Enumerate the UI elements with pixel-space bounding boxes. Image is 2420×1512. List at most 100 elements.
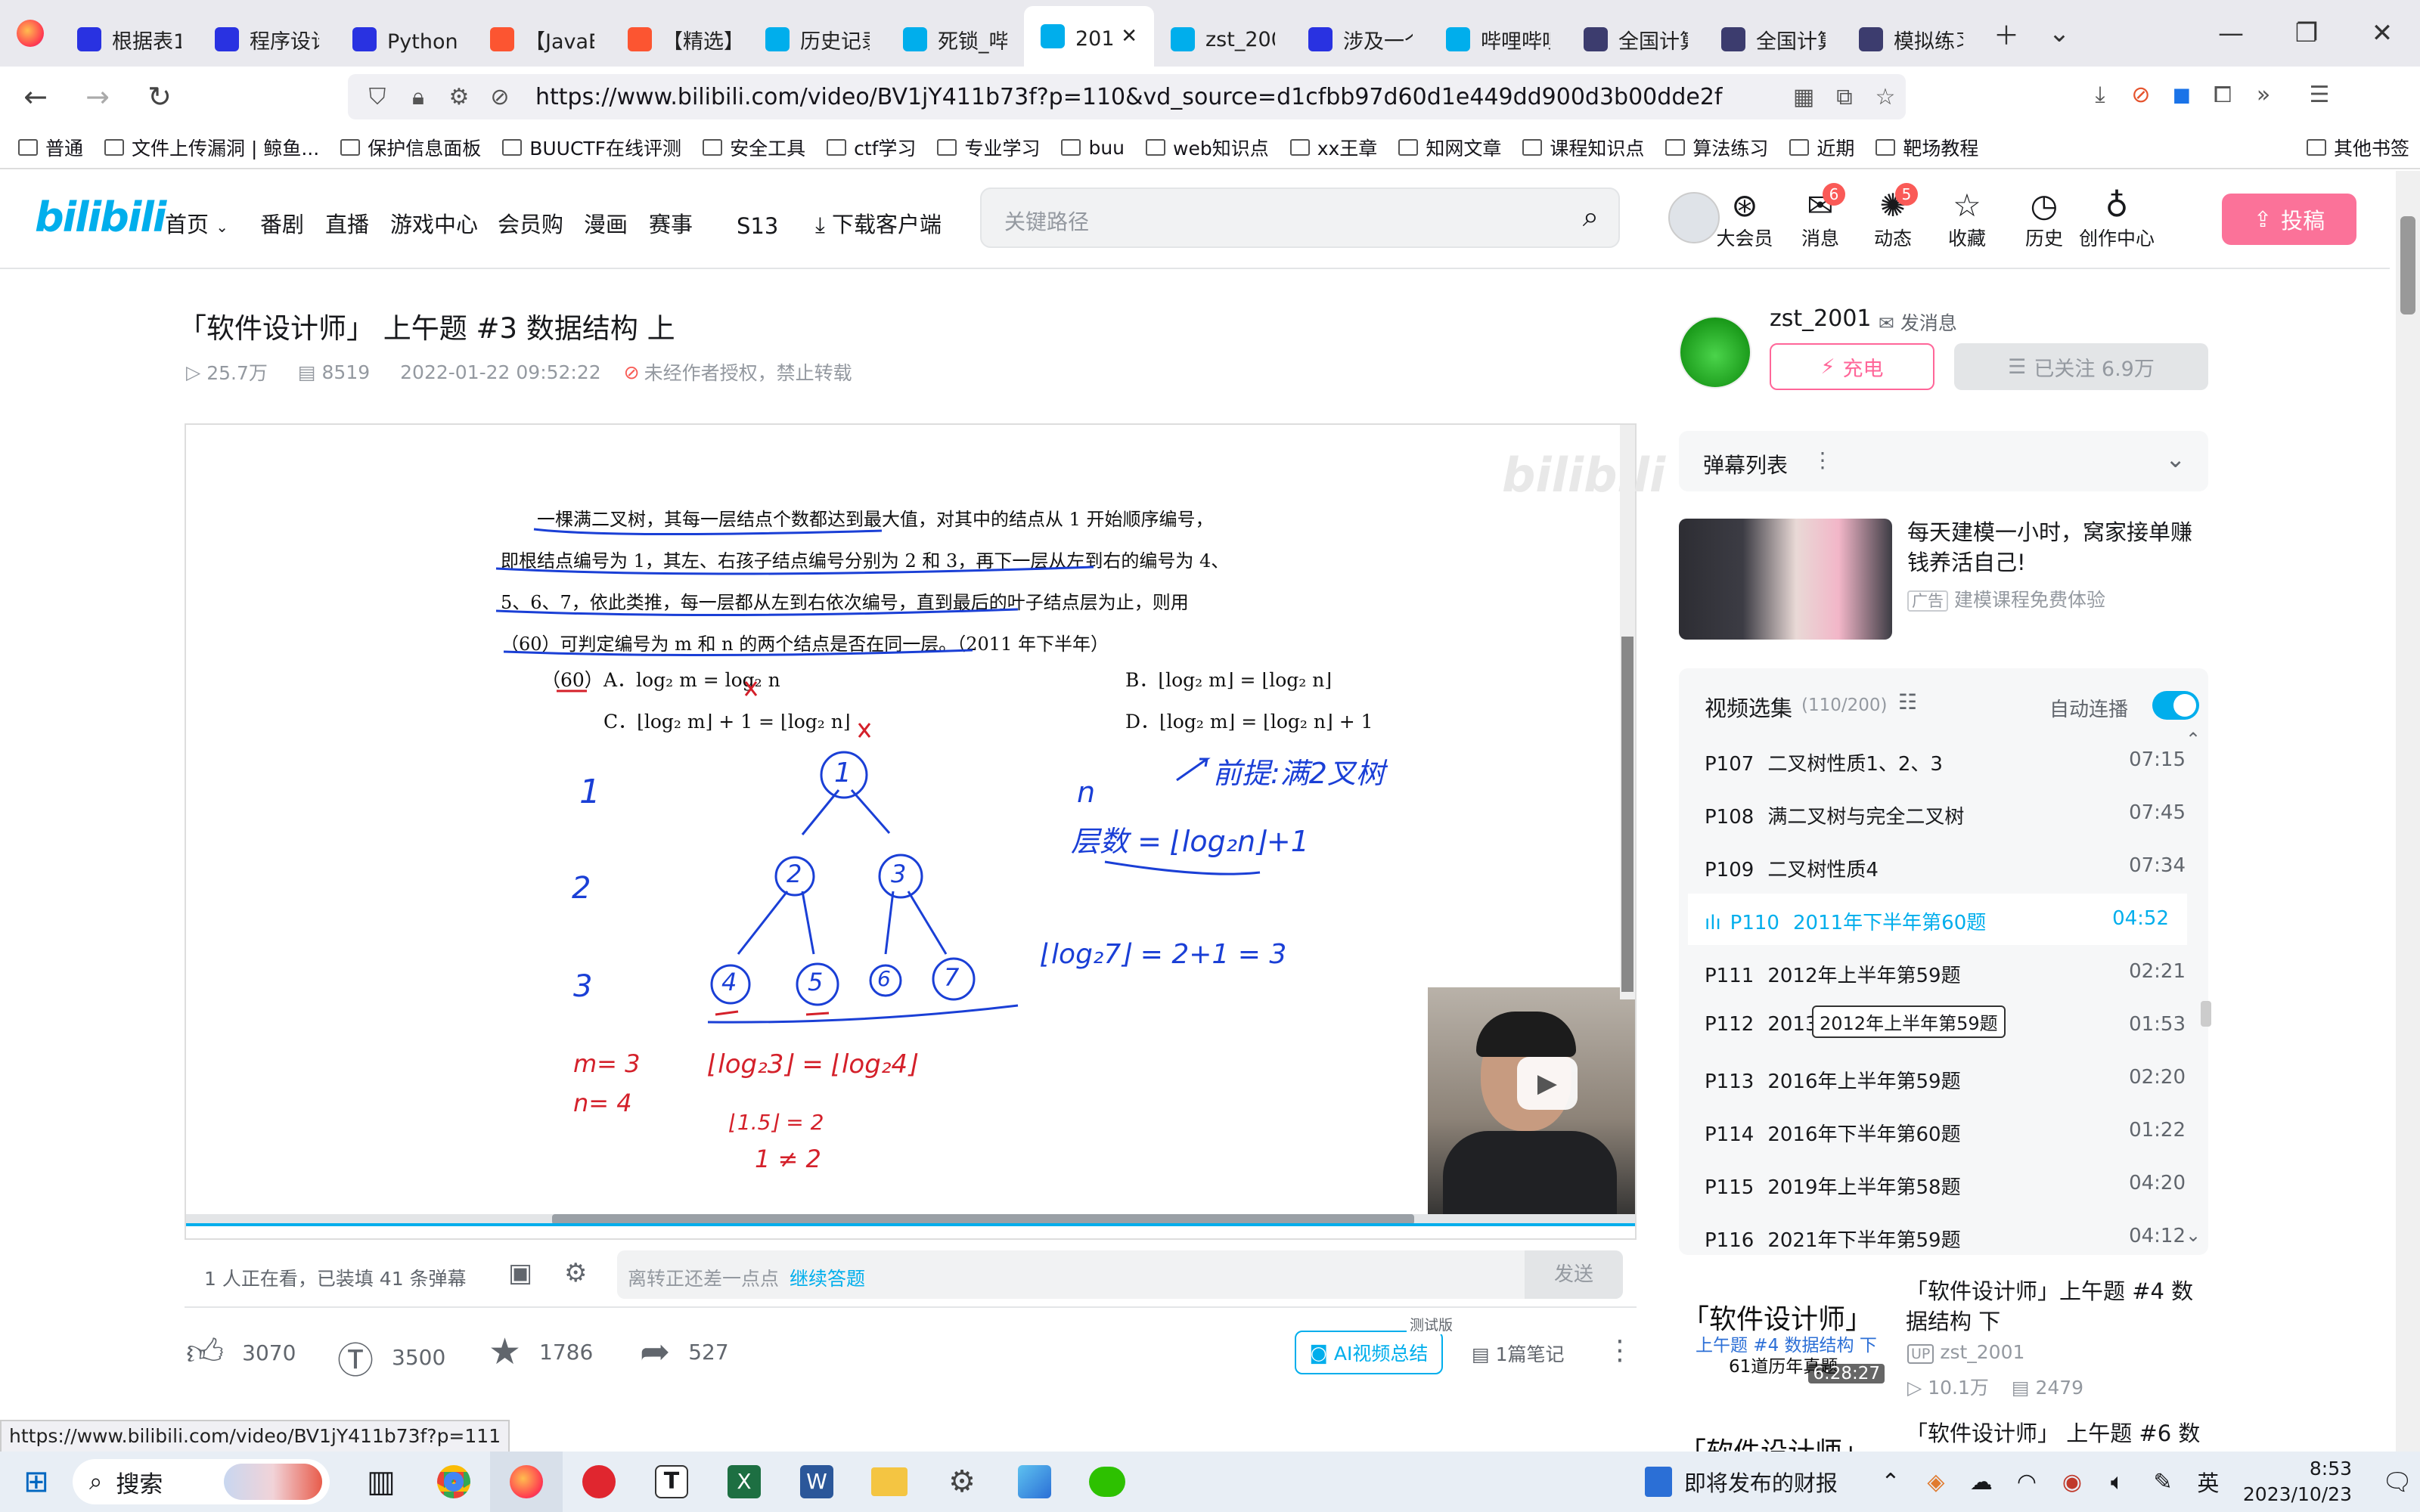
- wechat-icon[interactable]: [1071, 1452, 1143, 1512]
- send-message-link[interactable]: ✉ 发消息: [1879, 308, 1957, 336]
- browser-tab[interactable]: 历史记录: [749, 12, 886, 67]
- ai-summary-button[interactable]: ◙ AI视频总结: [1295, 1331, 1443, 1374]
- url-bar[interactable]: ⛉ 🔒︎ ⚙ ⊘ https://www.bilibili.com/video/…: [348, 74, 1906, 119]
- other-bookmarks[interactable]: 其他书签: [2296, 134, 2420, 161]
- page-scrollbar[interactable]: [2396, 171, 2420, 1452]
- close-icon[interactable]: ✕: [1121, 25, 1137, 48]
- uploader-avatar[interactable]: [1679, 316, 1751, 389]
- browser-tab[interactable]: 模拟练习: [1842, 12, 1980, 67]
- notification-icon[interactable]: 🗨︎: [2375, 1452, 2420, 1512]
- more-vertical-icon[interactable]: ⋮: [1812, 448, 1833, 472]
- list-view-icon[interactable]: ☷: [1898, 689, 1917, 714]
- bookmark-item[interactable]: xx王章: [1280, 134, 1388, 161]
- browser-tab[interactable]: 【JavaEE: [473, 12, 611, 67]
- continue-answer-link[interactable]: 继续答题: [790, 1264, 865, 1291]
- header-vip-entry[interactable]: ⊛ 大会员: [1703, 187, 1786, 251]
- danmaku-input[interactable]: 离转正还差一点点 继续答题 发送: [617, 1250, 1623, 1299]
- recommend-thumb[interactable]: 「软件设计师」 上午题 #4 数据结构 下 61道历年真题 6:28:27: [1679, 1279, 1892, 1390]
- tray-pen-icon[interactable]: ✎: [2140, 1452, 2186, 1512]
- bookmark-item[interactable]: 靶场教程: [1865, 134, 1989, 161]
- episode-item[interactable]: P111 2012年上半年第59题 02:21: [1705, 947, 2186, 998]
- chevron-down-icon[interactable]: ⌄: [2165, 445, 2186, 473]
- player-scrollbar[interactable]: [1620, 425, 1635, 999]
- back-arrow-icon[interactable]: ←: [5, 70, 67, 123]
- chrome-icon[interactable]: [417, 1452, 490, 1512]
- bookmark-item[interactable]: 算法练习: [1655, 134, 1779, 161]
- taskbar-search-box[interactable]: ⌕ 搜索: [73, 1459, 330, 1504]
- bilibili-logo[interactable]: bilibili: [35, 194, 166, 241]
- episode-item[interactable]: ılı P110 2011年下半年第60题 04:52: [1688, 894, 2187, 945]
- coin-button[interactable]: Ⓣ 3500: [337, 1331, 445, 1383]
- window-minimize-button[interactable]: —: [2193, 0, 2269, 67]
- like-button[interactable]: 👍︎ 3070: [186, 1331, 296, 1374]
- bookmark-item[interactable]: 安全工具: [692, 134, 816, 161]
- tray-app-icon[interactable]: ◈: [1913, 1452, 1959, 1512]
- reload-icon[interactable]: ↻: [129, 70, 191, 123]
- page-scroll-thumb[interactable]: [2400, 216, 2415, 314]
- episode-item[interactable]: P113 2016年上半年第59题 02:20: [1705, 1052, 2186, 1104]
- play-overlay-icon[interactable]: ▶: [1517, 1057, 1578, 1110]
- danmaku-list-header[interactable]: 弹幕列表 ⋮ ⌄: [1679, 431, 2208, 491]
- extension-blocker-icon[interactable]: ⊘: [2121, 74, 2161, 115]
- browser-tab[interactable]: zst_2001: [1154, 12, 1292, 67]
- browser-tab[interactable]: 【精选】: [611, 12, 749, 67]
- browser-tab[interactable]: Python语: [336, 12, 473, 67]
- bookmark-item[interactable]: 专业学习: [926, 134, 1050, 161]
- episode-item[interactable]: P114 2016年下半年第60题 01:22: [1705, 1105, 2186, 1157]
- lock-icon[interactable]: 🔒︎: [398, 76, 439, 117]
- tab-list-chevron-icon[interactable]: ⌄: [2033, 0, 2086, 67]
- scroll-down-chevron-icon[interactable]: ⌄: [2186, 1225, 2201, 1246]
- ad-thumbnail[interactable]: [1679, 519, 1892, 640]
- extension-tab-icon[interactable]: ◼: [2161, 74, 2202, 115]
- qr-code-icon[interactable]: ▦: [1783, 76, 1824, 117]
- recommend-title[interactable]: 「软件设计师」 上午题 #6 数: [1906, 1418, 2208, 1452]
- clock[interactable]: 8:53 2023/10/23: [2243, 1456, 2352, 1507]
- upload-button[interactable]: ⇪ 投稿: [2222, 194, 2356, 245]
- recommend-up-name[interactable]: zst_2001: [1940, 1341, 2024, 1363]
- header-clock-entry[interactable]: ◷ 历史: [2003, 187, 2086, 251]
- news-widget[interactable]: 即将发布的财报: [1644, 1466, 1838, 1498]
- excel-icon[interactable]: X: [708, 1452, 780, 1512]
- shield-icon[interactable]: ⛉: [357, 76, 398, 117]
- hamburger-menu-icon[interactable]: ☰: [2299, 74, 2340, 115]
- charge-button[interactable]: ⚡︎ 充电: [1770, 343, 1934, 390]
- ad-title[interactable]: 每天建模一小时，窝家接单赚钱养活自己!: [1907, 517, 2210, 578]
- bookmark-item[interactable]: 文件上传漏洞 | 鲸鱼...: [94, 134, 330, 161]
- browser-tab[interactable]: 程序设计: [198, 12, 336, 67]
- recommend-thumb[interactable]: 「软件设计师」: [1679, 1436, 1892, 1452]
- bookmark-item[interactable]: ctf学习: [816, 134, 926, 161]
- nav-manga[interactable]: 漫画: [584, 207, 628, 239]
- tray-volume-icon[interactable]: 🔈︎: [2095, 1452, 2140, 1512]
- share-button[interactable]: ➦ 527: [640, 1331, 729, 1373]
- bookmark-item[interactable]: BUUCTF在线评测: [492, 134, 692, 161]
- browser-tab[interactable]: 全国计算: [1705, 12, 1842, 67]
- autoplay-toggle[interactable]: [2152, 691, 2199, 720]
- header-message-entry[interactable]: ✉ 消息 6: [1779, 183, 1862, 251]
- video-player[interactable]: bilibili 一棵满二叉树，其每一层结点个数都达到最大值，对其中的结点从 1…: [185, 423, 1665, 1240]
- tray-onedrive-icon[interactable]: ☁: [1959, 1452, 2004, 1512]
- tray-network-icon[interactable]: ◠: [2004, 1452, 2049, 1512]
- browser-tab[interactable]: 全国计算: [1567, 12, 1705, 67]
- header-dynamic-entry[interactable]: ✺ 动态 5: [1851, 183, 1934, 251]
- window-close-button[interactable]: ✕: [2344, 0, 2420, 67]
- bookmark-item[interactable]: buu: [1050, 137, 1135, 159]
- firefox-icon[interactable]: [490, 1452, 563, 1512]
- permissions-icon[interactable]: ⚙: [439, 76, 479, 117]
- extensions-puzzle-icon[interactable]: ⧠: [2202, 74, 2243, 115]
- bookmark-item[interactable]: 普通: [8, 134, 94, 161]
- nav-live[interactable]: 直播: [325, 207, 369, 239]
- episode-item[interactable]: P107 二叉树性质1、2、3 07:15: [1705, 735, 2186, 786]
- forward-arrow-icon[interactable]: →: [67, 70, 129, 123]
- browser-tab[interactable]: 2011年 ✕: [1024, 6, 1154, 67]
- bookmark-item[interactable]: 课程知识点: [1512, 134, 1655, 161]
- overflow-chevrons-icon[interactable]: »: [2243, 74, 2284, 115]
- window-restore-button[interactable]: ❐: [2269, 0, 2344, 67]
- notes-button[interactable]: ▤ 1篇笔记: [1472, 1340, 1564, 1367]
- scroll-up-chevron-icon[interactable]: ⌃: [2186, 729, 2201, 750]
- followed-button[interactable]: ☰ 已关注 6.9万: [1954, 343, 2208, 390]
- new-tab-button[interactable]: ＋: [1980, 0, 2033, 67]
- ime-indicator[interactable]: 英: [2186, 1452, 2231, 1512]
- nav-anime[interactable]: 番剧: [260, 207, 304, 239]
- search-input[interactable]: 关键路径: [1004, 206, 1089, 236]
- browser-tab[interactable]: 死锁_哔哩: [886, 12, 1024, 67]
